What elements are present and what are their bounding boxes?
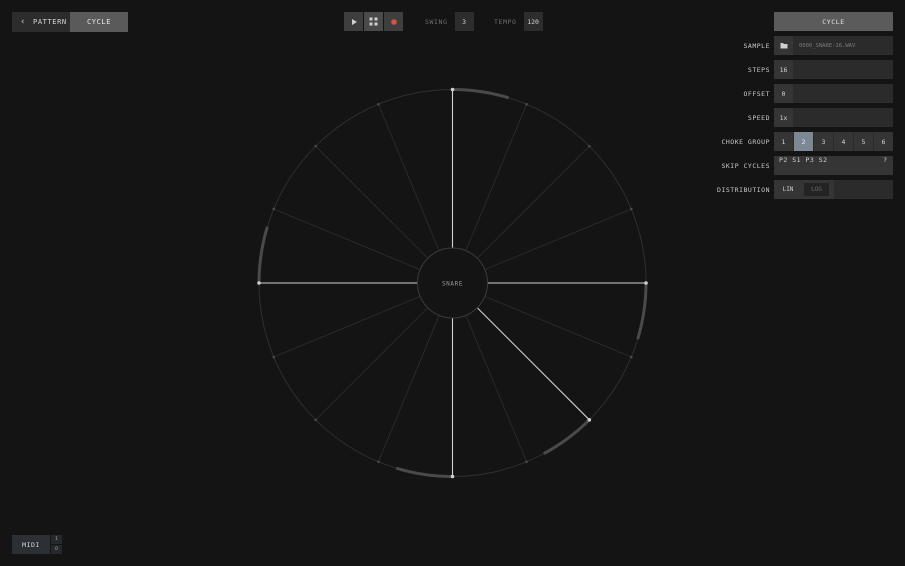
- wheel-step-spoke[interactable]: [315, 145, 429, 259]
- wheel-center-label: SNARE: [442, 281, 463, 288]
- app-root: ‹ PATTERN CYCLE SWING 3 TEMPO 120 CYCLE …: [0, 0, 905, 566]
- wheel-step-dot[interactable]: [272, 207, 276, 211]
- wheel-step-dot[interactable]: [525, 102, 528, 106]
- wheel-step-spoke[interactable]: [378, 104, 440, 251]
- wheel-step-spoke[interactable]: [378, 315, 440, 462]
- wheel-step-dot[interactable]: [644, 281, 648, 285]
- midi-out-indicator: O: [51, 545, 62, 554]
- wheel-step-dot[interactable]: [450, 87, 455, 92]
- wheel-step-dot[interactable]: [377, 460, 380, 464]
- wheel-step-spoke[interactable]: [315, 307, 429, 421]
- wheel-step-spoke[interactable]: [484, 208, 632, 270]
- wheel-step-spoke[interactable]: [273, 296, 421, 358]
- midi-control: MIDI I O: [12, 535, 62, 554]
- wheel-step-dot[interactable]: [450, 474, 455, 479]
- wheel-active-arc: [636, 282, 648, 340]
- wheel-active-arc: [257, 226, 269, 284]
- wheel-step-spoke[interactable]: [465, 315, 527, 462]
- wheel-step-dot[interactable]: [588, 144, 591, 148]
- midi-io-indicators: I O: [51, 535, 62, 554]
- wheel-step-spoke[interactable]: [476, 145, 590, 259]
- wheel-step-spoke[interactable]: [476, 307, 590, 421]
- wheel-active-arc: [395, 466, 453, 478]
- midi-in-indicator: I: [51, 535, 62, 544]
- wheel-step-spoke[interactable]: [273, 208, 421, 270]
- midi-button[interactable]: MIDI: [12, 535, 50, 554]
- wheel-step-dot[interactable]: [525, 460, 528, 464]
- wheel-step-dot[interactable]: [377, 102, 380, 106]
- wheel-step-dot[interactable]: [587, 418, 592, 422]
- step-wheel[interactable]: SNARE: [0, 0, 905, 566]
- wheel-active-arc: [543, 418, 591, 455]
- wheel-active-arc: [452, 88, 510, 100]
- wheel-step-dot[interactable]: [257, 281, 261, 285]
- wheel-step-spoke[interactable]: [465, 104, 527, 251]
- wheel-step-dot[interactable]: [629, 355, 633, 359]
- wheel-step-spoke[interactable]: [484, 296, 632, 358]
- wheel-step-dot[interactable]: [272, 355, 276, 359]
- wheel-step-dot[interactable]: [314, 144, 317, 148]
- wheel-step-dot[interactable]: [629, 207, 633, 211]
- wheel-step-dot[interactable]: [314, 418, 317, 422]
